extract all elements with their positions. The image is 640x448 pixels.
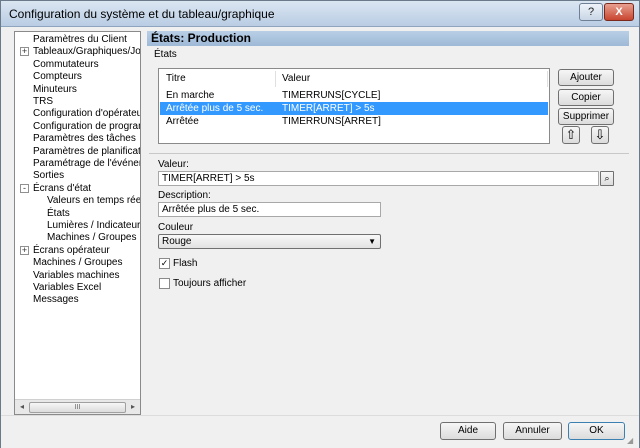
close-button[interactable]: X bbox=[604, 3, 634, 21]
row-value: TIMERRUNS[ARRET] bbox=[282, 116, 381, 127]
tree-item[interactable]: Sorties bbox=[33, 169, 64, 182]
row-title: Arrêtée bbox=[166, 116, 199, 127]
table-row[interactable]: Arrêtée plus de 5 sec. TIMER[ARRET] > 5s bbox=[160, 102, 548, 115]
always-show-checkbox[interactable] bbox=[159, 278, 170, 289]
collapse-icon[interactable]: - bbox=[20, 183, 29, 193]
add-button[interactable]: Ajouter bbox=[558, 69, 614, 86]
description-input[interactable]: Arrêtée plus de 5 sec. bbox=[158, 202, 381, 217]
delete-button[interactable]: Supprimer bbox=[558, 108, 614, 125]
column-header-title[interactable]: Titre bbox=[160, 71, 276, 87]
tree-item[interactable]: Écrans d'état bbox=[33, 182, 91, 195]
row-value: TIMER[ARRET] > 5s bbox=[282, 103, 375, 114]
tree-item[interactable]: Configuration d'opérateur bbox=[33, 107, 140, 120]
tree-item[interactable]: Messages bbox=[33, 293, 79, 306]
color-select[interactable]: Rouge ▼ bbox=[158, 234, 381, 249]
table-row[interactable]: En marche TIMERRUNS[CYCLE] bbox=[160, 89, 548, 102]
tree-item[interactable]: Lumières / Indicateurs bbox=[47, 219, 140, 232]
tree-item[interactable]: Compteurs bbox=[33, 70, 82, 83]
chevron-down-icon: ▼ bbox=[368, 237, 376, 246]
scroll-thumb[interactable]: III bbox=[29, 402, 126, 413]
value-search-icon[interactable]: ⌕ bbox=[600, 171, 614, 186]
copy-button[interactable]: Copier bbox=[558, 89, 614, 106]
row-title: En marche bbox=[166, 90, 215, 101]
tree-item[interactable]: Configuration de programme bbox=[33, 120, 140, 133]
tree-horizontal-scrollbar[interactable]: ◂ III ▸ bbox=[15, 399, 140, 414]
row-value: TIMERRUNS[CYCLE] bbox=[282, 90, 381, 101]
color-select-value: Rouge bbox=[162, 236, 192, 247]
description-label: Description: bbox=[158, 190, 211, 201]
scroll-right-icon[interactable]: ▸ bbox=[128, 402, 138, 412]
move-up-icon[interactable]: ⇧ bbox=[562, 126, 580, 144]
help-title-button[interactable]: ? bbox=[579, 3, 603, 21]
move-down-icon[interactable]: ⇩ bbox=[591, 126, 609, 144]
dialog-footer: Aide Annuler OK ◢ bbox=[1, 415, 639, 448]
expand-icon[interactable]: + bbox=[20, 245, 29, 255]
help-button[interactable]: Aide bbox=[440, 422, 496, 440]
cancel-button[interactable]: Annuler bbox=[503, 422, 562, 440]
color-label: Couleur bbox=[158, 222, 194, 233]
tree-item[interactable]: TRS bbox=[33, 95, 53, 108]
window-title: Configuration du système et du tableau/g… bbox=[9, 7, 275, 21]
tree-item[interactable]: Tableaux/Graphiques/Journa bbox=[33, 45, 140, 58]
title-bar: Configuration du système et du tableau/g… bbox=[1, 1, 639, 27]
tree-item[interactable]: Variables machines bbox=[33, 269, 120, 282]
table-row[interactable]: Arrêtée TIMERRUNS[ARRET] bbox=[160, 115, 548, 128]
tree-item[interactable]: Paramètres de planification bbox=[33, 145, 140, 158]
tree-item[interactable]: Minuteurs bbox=[33, 83, 77, 96]
resize-grip-icon[interactable]: ◢ bbox=[627, 436, 637, 446]
tree-item[interactable]: Paramètres du Client bbox=[33, 33, 127, 46]
panel-header: États: Production bbox=[147, 31, 629, 46]
flash-checkbox[interactable]: ✓ bbox=[159, 258, 170, 269]
tree-item[interactable]: Commutateurs bbox=[33, 58, 99, 71]
row-title: Arrêtée plus de 5 sec. bbox=[166, 103, 264, 114]
tree-item[interactable]: Écrans opérateur bbox=[33, 244, 110, 257]
states-list[interactable]: Titre Valeur En marche TIMERRUNS[CYCLE] Ar… bbox=[158, 68, 550, 144]
expand-icon[interactable]: + bbox=[20, 47, 29, 57]
states-group-label: États bbox=[154, 49, 177, 60]
settings-tree[interactable]: ◂ III ▸ Paramètres du Client Tableaux/Gra… bbox=[14, 31, 141, 415]
tree-item[interactable]: Valeurs en temps réel bbox=[47, 194, 140, 207]
tree-item[interactable]: Paramètres des tâches bbox=[33, 132, 136, 145]
column-header-value[interactable]: Valeur bbox=[276, 71, 548, 87]
flash-label: Flash bbox=[173, 258, 198, 269]
value-label: Valeur: bbox=[158, 159, 189, 170]
tree-item[interactable]: Machines / Groupes bbox=[47, 231, 137, 244]
always-show-label: Toujours afficher bbox=[173, 278, 247, 289]
scroll-left-icon[interactable]: ◂ bbox=[17, 402, 27, 412]
config-dialog: Configuration du système et du tableau/g… bbox=[0, 0, 640, 448]
ok-button[interactable]: OK bbox=[568, 422, 625, 440]
tree-item[interactable]: États bbox=[47, 207, 70, 220]
tree-item[interactable]: Machines / Groupes bbox=[33, 256, 123, 269]
divider bbox=[149, 153, 629, 154]
tree-item[interactable]: Paramétrage de l'événement bbox=[33, 157, 140, 170]
value-input[interactable]: TIMER[ARRET] > 5s bbox=[158, 171, 599, 186]
tree-item[interactable]: Variables Excel bbox=[33, 281, 101, 294]
